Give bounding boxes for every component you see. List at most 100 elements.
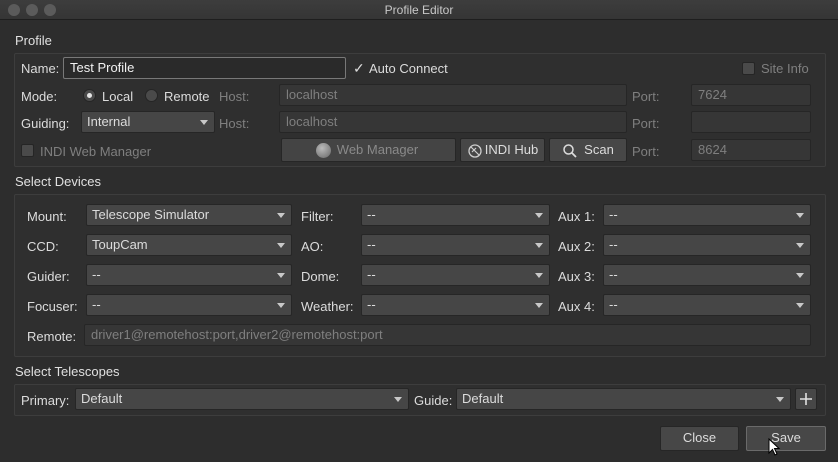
guide-port-input[interactable] [691, 111, 811, 133]
chevron-down-icon [394, 397, 402, 402]
mouse-cursor-icon [768, 438, 781, 456]
aux3-value: -- [609, 267, 618, 282]
guider-select[interactable]: -- [86, 264, 292, 286]
indi-hub-icon [468, 144, 482, 158]
aux1-label: Aux 1: [558, 209, 595, 224]
aux1-value: -- [609, 207, 618, 222]
chevron-down-icon [277, 303, 285, 308]
close-button[interactable]: Close [660, 426, 739, 451]
auto-connect-label[interactable]: Auto Connect [369, 61, 448, 76]
chevron-down-icon [535, 243, 543, 248]
remote-label[interactable]: Remote [164, 89, 210, 104]
name-input[interactable]: Test Profile [63, 57, 346, 79]
save-button[interactable]: Save [746, 426, 826, 451]
telescopes-section-title: Select Telescopes [15, 364, 120, 379]
aux4-label: Aux 4: [558, 299, 595, 314]
mode-label: Mode: [21, 89, 58, 104]
aux3-label: Aux 3: [558, 269, 595, 284]
chevron-down-icon [796, 243, 804, 248]
weather-value: -- [367, 297, 376, 312]
primary-telescope-select[interactable]: Default [75, 388, 409, 410]
guide-label: Guide: [414, 393, 453, 408]
site-info-checkbox[interactable] [742, 62, 755, 75]
port-label: Port: [632, 89, 660, 104]
chevron-down-icon [200, 120, 208, 125]
ao-value: -- [367, 237, 376, 252]
focuser-label: Focuser: [27, 299, 78, 314]
chevron-down-icon [277, 243, 285, 248]
chevron-down-icon [277, 273, 285, 278]
remote-drivers-label: Remote: [27, 329, 77, 344]
chevron-down-icon [535, 213, 543, 218]
aux2-select[interactable]: -- [603, 234, 811, 256]
dome-select[interactable]: -- [361, 264, 550, 286]
name-label: Name: [21, 61, 60, 76]
guiding-select[interactable]: Internal [81, 111, 215, 133]
weather-label: Weather: [301, 299, 354, 314]
aux4-value: -- [609, 297, 618, 312]
aux3-select[interactable]: -- [603, 264, 811, 286]
guider-label: Guider: [27, 269, 70, 284]
local-label[interactable]: Local [102, 89, 133, 104]
filter-label: Filter: [301, 209, 334, 224]
indi-web-manager-checkbox[interactable] [21, 144, 34, 157]
aux4-select[interactable]: -- [603, 294, 811, 316]
host-label: Host: [219, 89, 250, 104]
guide-port-label: Port: [632, 116, 660, 131]
indi-hub-button[interactable]: INDI Hub [460, 138, 545, 162]
filter-select[interactable]: -- [361, 204, 550, 226]
auto-connect-check-icon[interactable]: ✓ [353, 60, 365, 77]
web-port-label: Port: [632, 144, 660, 159]
focuser-value: -- [92, 297, 101, 312]
devices-section-title: Select Devices [15, 174, 101, 189]
search-icon [563, 144, 577, 158]
plus-icon [800, 393, 812, 405]
aux2-value: -- [609, 237, 618, 252]
chevron-down-icon [796, 303, 804, 308]
web-manager-label: Web Manager [336, 142, 419, 157]
guide-telescope-select[interactable]: Default [456, 388, 791, 410]
host-input[interactable]: localhost [279, 84, 627, 106]
ao-label: AO: [301, 239, 324, 254]
chevron-down-icon [277, 213, 285, 218]
ccd-label: CCD: [27, 239, 59, 254]
primary-value: Default [81, 391, 123, 406]
globe-icon [316, 143, 331, 158]
site-info-label[interactable]: Site Info [761, 61, 809, 76]
ao-select[interactable]: -- [361, 234, 550, 256]
remote-radio[interactable] [145, 89, 158, 102]
dome-value: -- [367, 267, 376, 282]
window-title: Profile Editor [384, 3, 454, 17]
focuser-select[interactable]: -- [86, 294, 292, 316]
scan-button[interactable]: Scan [549, 138, 627, 162]
mount-label: Mount: [27, 209, 67, 224]
web-port-input[interactable]: 8624 [691, 139, 811, 161]
web-manager-button[interactable]: Web Manager [281, 138, 456, 162]
ccd-value: ToupCam [92, 237, 148, 252]
ccd-select[interactable]: ToupCam [86, 234, 292, 256]
chevron-down-icon [796, 213, 804, 218]
mount-select[interactable]: Telescope Simulator [86, 204, 292, 226]
add-telescope-button[interactable] [795, 388, 817, 410]
primary-label: Primary: [21, 393, 70, 408]
indi-web-manager-label[interactable]: INDI Web Manager [40, 144, 151, 159]
aux1-select[interactable]: -- [603, 204, 811, 226]
filter-value: -- [367, 207, 376, 222]
dome-label: Dome: [301, 269, 340, 284]
guide-host-input[interactable]: localhost [279, 111, 627, 133]
chevron-down-icon [535, 303, 543, 308]
guide-value: Default [462, 391, 504, 406]
remote-drivers-input[interactable]: driver1@remotehost:port,driver2@remoteho… [84, 324, 811, 346]
chevron-down-icon [796, 273, 804, 278]
guider-value: -- [92, 267, 101, 282]
aux2-label: Aux 2: [558, 239, 595, 254]
profile-section-title: Profile [15, 33, 52, 48]
mount-value: Telescope Simulator [92, 207, 210, 222]
port-input[interactable]: 7624 [691, 84, 811, 106]
weather-select[interactable]: -- [361, 294, 550, 316]
chevron-down-icon [535, 273, 543, 278]
chevron-down-icon [776, 397, 784, 402]
guiding-value: Internal [87, 114, 131, 129]
guide-host-label: Host: [219, 116, 250, 131]
local-radio[interactable] [83, 89, 96, 102]
